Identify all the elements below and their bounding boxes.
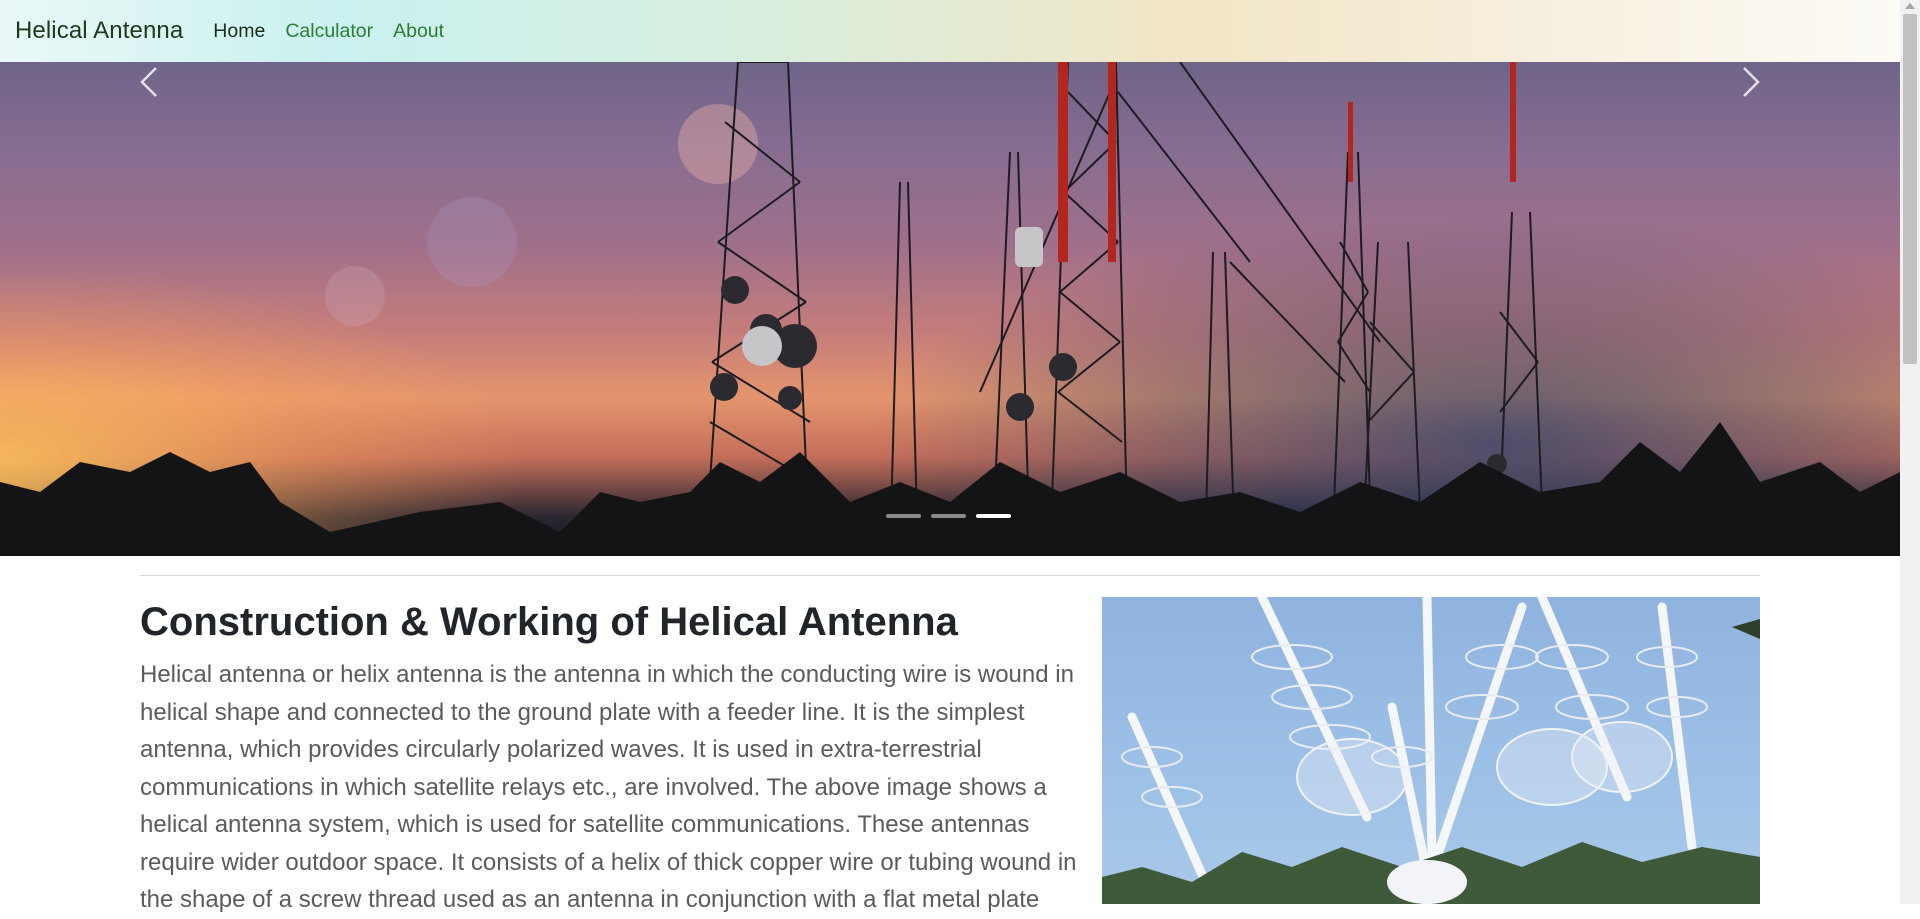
nav-link-calculator[interactable]: Calculator [285, 20, 373, 43]
carousel-prev-chevron-left-icon[interactable] [130, 62, 170, 102]
carousel-indicator-1[interactable] [886, 514, 921, 518]
nav-link-home[interactable]: Home [213, 20, 265, 43]
brand-link[interactable]: Helical Antenna [15, 17, 183, 45]
carousel-indicator-2[interactable] [931, 514, 966, 518]
carousel-indicators [886, 514, 1011, 518]
scroll-up-arrow-icon[interactable] [1905, 3, 1915, 9]
section-divider [140, 575, 1760, 576]
navbar: Helical Antenna Home Calculator About [0, 0, 1900, 62]
article-body: Helical antenna or helix antenna is the … [140, 661, 1077, 913]
helical-antenna-image [1102, 597, 1760, 904]
hero-antenna-towers-image [0, 62, 1900, 556]
carousel-indicator-3[interactable] [976, 514, 1011, 518]
article-title: Construction & Working of Helical Antenn… [140, 600, 958, 644]
hero-carousel [0, 62, 1900, 556]
carousel-next-chevron-right-icon[interactable] [1730, 62, 1770, 102]
page-scrollbar[interactable] [1900, 0, 1920, 904]
scrollbar-thumb[interactable] [1903, 14, 1917, 364]
nav-link-about[interactable]: About [393, 20, 444, 43]
